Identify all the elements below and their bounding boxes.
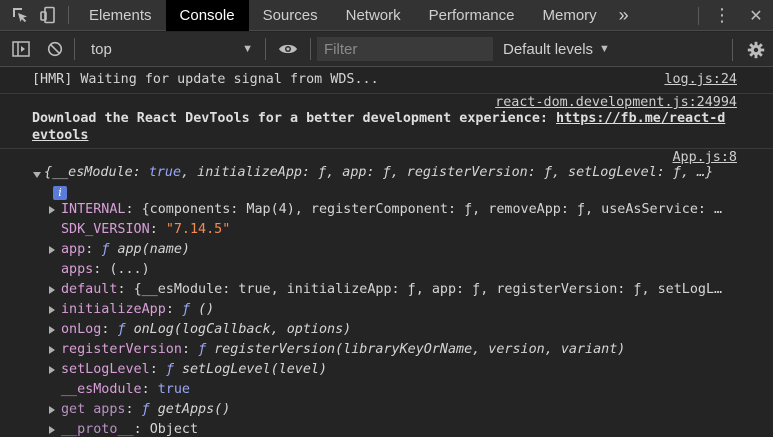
property-row[interactable]: registerVersion: ƒ registerVersion(libra… <box>61 340 625 360</box>
more-tabs-button[interactable]: » <box>611 0 637 31</box>
property-row: SDK_VERSION: "7.14.5" <box>61 222 231 237</box>
tab-sources[interactable]: Sources <box>249 0 332 31</box>
context-selector[interactable]: top ▼ <box>81 38 259 60</box>
close-icon[interactable]: ✕ <box>739 0 773 31</box>
property-row[interactable]: default: {__esModule: true, initializeAp… <box>61 280 722 300</box>
devtools-tabbar: Elements Console Sources Network Perform… <box>0 0 773 31</box>
console-filterbar: top ▼ Default levels ▼ <box>0 32 773 67</box>
property-row[interactable]: __proto__: Object <box>61 420 198 437</box>
toolbar-divider <box>732 38 733 61</box>
console-message-react: react-dom.development.js:24994 Download … <box>0 94 773 149</box>
info-icon[interactable]: i <box>53 186 67 200</box>
toolbar-divider <box>310 38 311 60</box>
gear-icon[interactable] <box>739 32 773 67</box>
object-summary[interactable]: {__esModule: true, initializeApp: ƒ, app… <box>44 165 713 180</box>
devtools-link-continued[interactable]: evtools <box>32 128 88 143</box>
tab-elements[interactable]: Elements <box>75 0 166 31</box>
console-message-hmr: [HMR] Waiting for update signal from WDS… <box>0 68 773 94</box>
property-row[interactable]: onLog: ƒ onLog(logCallback, options) <box>61 320 351 340</box>
expand-triangle-icon[interactable] <box>49 206 55 214</box>
property-row[interactable]: app: ƒ app(name) <box>61 240 190 260</box>
property-row[interactable]: INTERNAL: {components: Map(4), registerC… <box>61 200 722 220</box>
log-levels-label: Default levels <box>503 40 594 58</box>
inspect-element-icon[interactable] <box>6 0 34 31</box>
expand-triangle-icon[interactable] <box>49 306 55 314</box>
tab-console[interactable]: Console <box>165 0 249 31</box>
log-levels-dropdown[interactable]: Default levels ▼ <box>503 41 610 58</box>
expand-triangle-icon[interactable] <box>49 366 55 374</box>
toolbar-divider <box>74 38 75 60</box>
live-expression-icon[interactable] <box>272 32 304 67</box>
source-link[interactable]: react-dom.development.js:24994 <box>495 95 737 110</box>
clear-console-icon[interactable] <box>42 32 68 67</box>
property-row[interactable]: get apps: ƒ getApps() <box>61 400 230 420</box>
property-row[interactable]: initializeApp: ƒ () <box>61 300 214 320</box>
tab-memory[interactable]: Memory <box>529 0 611 31</box>
kebab-menu-icon[interactable]: ⋮ <box>705 0 739 31</box>
property-row[interactable]: apps: (...) <box>61 260 150 280</box>
property-row: __esModule: true <box>61 382 190 397</box>
toolbar-divider <box>68 6 69 24</box>
context-label: top <box>91 40 112 58</box>
expand-triangle-icon[interactable] <box>49 426 55 434</box>
toolbar-divider <box>698 6 699 25</box>
tab-performance[interactable]: Performance <box>415 0 529 31</box>
expand-triangle-icon[interactable] <box>49 286 55 294</box>
console-message-app: App.js:8 {__esModule: true, initializeAp… <box>0 150 773 437</box>
dropdown-arrow-icon: ▼ <box>599 43 610 55</box>
devtools-link[interactable]: https://fb.me/react-d <box>556 111 725 126</box>
sidebar-toggle-icon[interactable] <box>8 32 34 67</box>
device-toolbar-icon[interactable] <box>34 0 62 31</box>
source-link[interactable]: App.js:8 <box>673 150 738 165</box>
expand-triangle-icon[interactable] <box>49 326 55 334</box>
dropdown-arrow-icon: ▼ <box>242 43 253 55</box>
toolbar-divider <box>265 38 266 60</box>
console-output: [HMR] Waiting for update signal from WDS… <box>0 68 773 437</box>
expand-triangle-icon[interactable] <box>49 346 55 354</box>
expand-triangle-open-icon[interactable] <box>33 172 41 178</box>
expand-triangle-icon[interactable] <box>49 246 55 254</box>
expand-triangle-icon[interactable] <box>49 406 55 414</box>
tab-network[interactable]: Network <box>332 0 415 31</box>
source-link[interactable]: log.js:24 <box>664 72 737 87</box>
filter-input[interactable] <box>317 37 493 61</box>
message-text: [HMR] Waiting for update signal from WDS… <box>32 72 379 87</box>
message-text: Download the React DevTools for a better… <box>32 111 557 126</box>
property-row[interactable]: setLogLevel: ƒ setLogLevel(level) <box>61 360 327 380</box>
